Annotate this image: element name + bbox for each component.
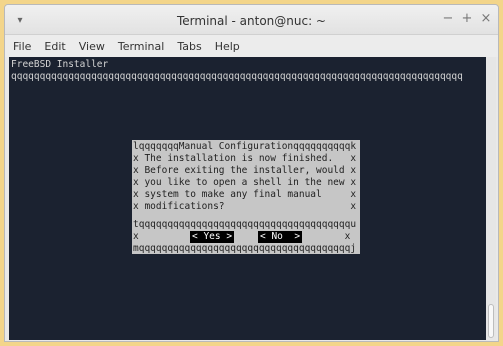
no-button[interactable]: < No > — [258, 231, 303, 243]
dialog-line: x you like to open a shell in the new x — [133, 177, 357, 188]
title-bar[interactable]: ▾ Terminal - anton@nuc: ~ − + × — [5, 5, 498, 35]
dialog-bottom-border: mqqqqqqqqqqqqqqqqqqqqqqqqqqqqqqqqqqqqqj — [133, 243, 357, 254]
window-controls: − + × — [442, 12, 492, 26]
menu-bar: File Edit View Terminal Tabs Help — [5, 35, 498, 57]
terminal-scrollbar[interactable] — [486, 57, 496, 340]
menu-file[interactable]: File — [13, 40, 31, 53]
dialog-line: x Before exiting the installer, would x — [133, 165, 357, 176]
menu-view[interactable]: View — [79, 40, 105, 53]
dialog-line: x system to make any final manual x — [133, 189, 357, 200]
menu-help[interactable]: Help — [215, 40, 240, 53]
scrollbar-thumb[interactable] — [488, 304, 494, 338]
close-icon[interactable]: × — [480, 12, 492, 26]
manual-configuration-dialog: lqqqqqqqManual Configurationqqqqqqqqqqk … — [132, 140, 360, 254]
dialog-top-border: lqqqqqqqManual Configurationqqqqqqqqqqk — [133, 141, 357, 152]
menu-terminal[interactable]: Terminal — [118, 40, 165, 53]
installer-heading: FreeBSD Installer — [11, 59, 109, 70]
minimize-icon[interactable]: − — [442, 12, 454, 26]
window-title: Terminal - anton@nuc: ~ — [176, 14, 326, 28]
maximize-icon[interactable]: + — [461, 12, 473, 26]
menu-tabs[interactable]: Tabs — [177, 40, 201, 53]
installer-rule: qqqqqqqqqqqqqqqqqqqqqqqqqqqqqqqqqqqqqqqq… — [11, 71, 463, 82]
dialog-button-row: x x — [133, 231, 351, 242]
menu-edit[interactable]: Edit — [44, 40, 65, 53]
yes-button[interactable]: < Yes > — [190, 231, 235, 243]
dialog-separator: tqqqqqqqqqqqqqqqqqqqqqqqqqqqqqqqqqqqqqu — [133, 219, 357, 230]
dialog-line: x modifications? x — [133, 201, 357, 212]
dialog-line: x The installation is now finished. x — [133, 153, 357, 164]
